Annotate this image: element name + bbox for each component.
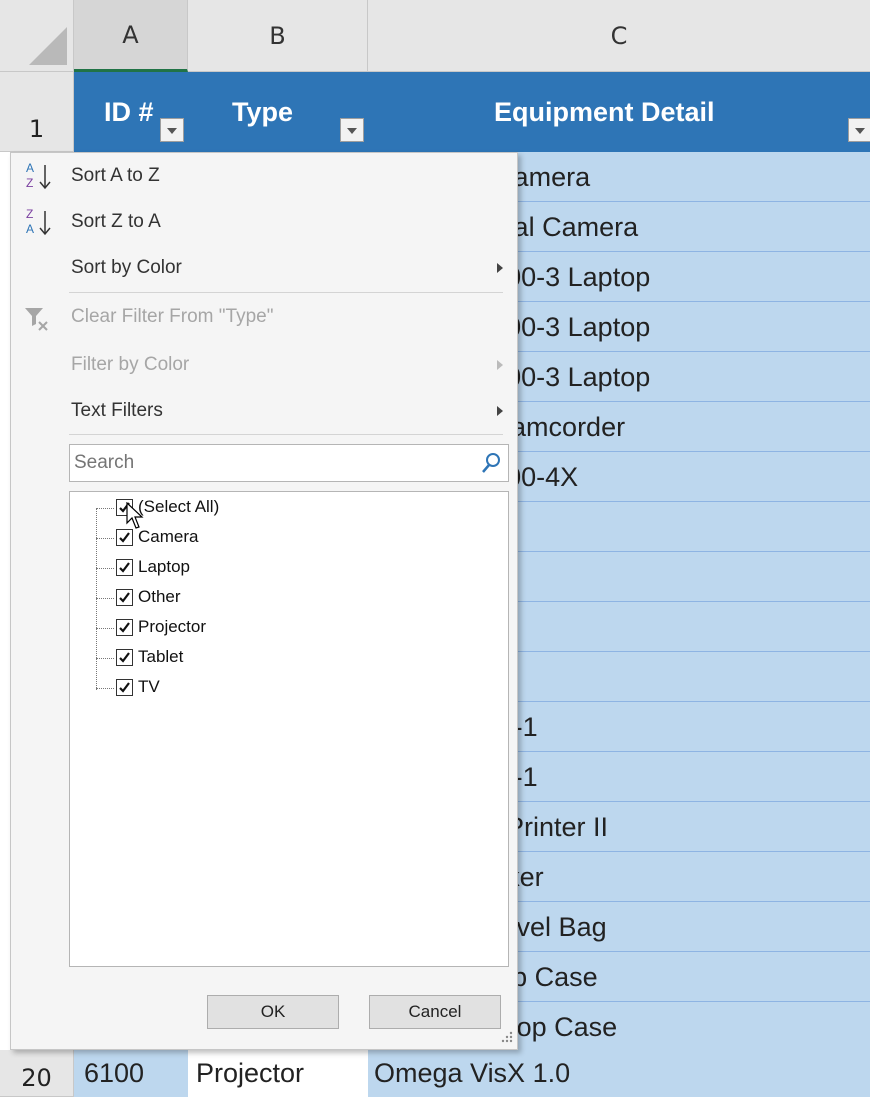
filter-by-color-label: Filter by Color (71, 354, 190, 375)
sort-by-color-item[interactable]: Sort by Color (11, 245, 517, 291)
checkbox-laptop[interactable] (116, 559, 133, 576)
list-item-label: Camera (138, 527, 199, 546)
autofilter-dropdown-panel: A Z Sort A to Z Z A Sort Z to A Sort by … (10, 152, 518, 1050)
checkbox-check-icon (119, 562, 130, 573)
detail-filter-dropdown-icon[interactable] (848, 118, 870, 142)
checkbox-tv[interactable] (116, 679, 133, 696)
svg-text:Z: Z (26, 176, 33, 190)
type-filter-dropdown-icon[interactable] (340, 118, 364, 142)
checkbox-check-icon (119, 652, 130, 663)
menu-separator (69, 292, 503, 293)
tree-branch (96, 568, 114, 569)
filter-search-box[interactable] (69, 444, 509, 482)
clear-filter-icon (23, 298, 59, 336)
cell-id[interactable]: 6100 (74, 1050, 188, 1097)
svg-text:Z: Z (26, 207, 33, 221)
checkbox-check-icon (119, 622, 130, 633)
row-header-20[interactable]: 20 (0, 1050, 74, 1097)
search-icon[interactable] (480, 451, 502, 480)
sort-za-icon: Z A (23, 203, 59, 241)
column-header-b[interactable]: B (188, 0, 368, 72)
sort-z-to-a-item[interactable]: Z A Sort Z to A (11, 199, 517, 245)
text-filters-label: Text Filters (71, 400, 163, 421)
checkbox-tablet[interactable] (116, 649, 133, 666)
ok-button[interactable]: OK (207, 995, 339, 1029)
id-filter-dropdown-icon[interactable] (160, 118, 184, 142)
submenu-arrow-icon (497, 263, 503, 273)
header-type: Type (232, 96, 294, 127)
tree-line (96, 508, 97, 690)
cancel-button[interactable]: Cancel (369, 995, 501, 1029)
checkbox-check-icon (119, 592, 130, 603)
submenu-arrow-icon (497, 360, 503, 370)
checkbox-projector[interactable] (116, 619, 133, 636)
tree-branch (96, 538, 114, 539)
resize-grip-icon[interactable] (499, 1031, 513, 1045)
tree-branch (96, 508, 114, 509)
menu-separator (69, 434, 503, 435)
clear-filter-label: Clear Filter From "Type" (71, 306, 274, 327)
select-all-corner[interactable] (0, 0, 74, 72)
tree-branch (96, 628, 114, 629)
filter-by-color-item[interactable]: Filter by Color (11, 342, 517, 388)
sort-z-to-a-label: Sort Z to A (71, 211, 161, 232)
checkbox-camera[interactable] (116, 529, 133, 546)
sort-by-color-label: Sort by Color (71, 257, 182, 278)
submenu-arrow-icon (497, 406, 503, 416)
list-item-label: (Select All) (138, 497, 220, 516)
cell-type[interactable]: Projector (188, 1050, 368, 1097)
filter-search-input[interactable] (70, 445, 476, 481)
sort-a-to-z-item[interactable]: A Z Sort A to Z (11, 153, 517, 199)
filter-values-list: (Select All) Camera Laptop Other Project… (69, 491, 509, 967)
tree-branch (96, 658, 114, 659)
list-item-label: Projector (138, 617, 207, 636)
list-item-label: Other (138, 587, 181, 606)
cell-detail[interactable]: Omega VisX 1.0 (368, 1050, 870, 1097)
mouse-cursor-icon (126, 502, 144, 529)
column-header-a[interactable]: A (74, 0, 188, 72)
checkbox-other[interactable] (116, 589, 133, 606)
list-item-label: Laptop (138, 557, 190, 576)
clear-filter-item[interactable]: Clear Filter From "Type" (11, 294, 517, 340)
sort-az-icon: A Z (23, 157, 59, 195)
list-item-label: Tablet (138, 647, 184, 666)
tree-branch (96, 598, 114, 599)
text-filters-item[interactable]: Text Filters (11, 388, 517, 434)
header-equipment-detail: Equipment Detail (494, 96, 715, 127)
header-id: ID # (104, 96, 154, 127)
checkbox-check-icon (119, 682, 130, 693)
row-header-1[interactable]: 1 (0, 72, 74, 152)
tree-branch (96, 688, 114, 689)
list-item-label: TV (138, 677, 160, 696)
checkbox-check-icon (119, 532, 130, 543)
svg-text:A: A (26, 161, 34, 175)
column-header-c[interactable]: C (368, 0, 870, 72)
sort-a-to-z-label: Sort A to Z (71, 165, 160, 186)
svg-text:A: A (26, 222, 34, 236)
table-header-row: ID # Type Equipment Detail (74, 72, 870, 152)
